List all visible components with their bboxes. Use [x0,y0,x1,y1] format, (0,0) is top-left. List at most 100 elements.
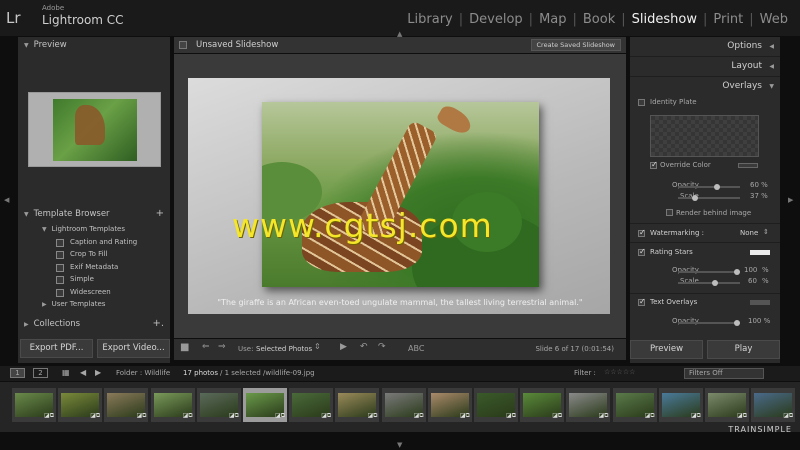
filmstrip-thumbnail[interactable]: ◪⧉ [58,388,103,422]
create-saved-slideshow-button[interactable]: Create Saved Slideshow [530,39,621,51]
text-overlays-color[interactable] [750,300,770,305]
filmstrip-thumbnail[interactable]: ◪⧉ [427,388,472,422]
rs-scale-slider[interactable] [678,280,740,286]
module-develop[interactable]: Develop [463,12,529,27]
slider-knob[interactable] [734,320,740,326]
ip-scale-value[interactable]: 37 % [750,192,768,200]
watermarking-value[interactable]: None [740,229,758,237]
template-exif-metadata[interactable]: Exif Metadata [24,261,164,274]
slide-caption[interactable]: "The giraffe is an African even-toed ung… [174,298,626,307]
module-print[interactable]: Print [707,12,749,27]
play-icon[interactable]: ▶ [340,342,347,352]
slider-knob[interactable] [692,195,698,201]
ip-opacity-slider[interactable] [678,184,740,190]
watermarking-checkbox[interactable] [638,228,646,237]
filmstrip-thumbnail[interactable]: ◪⧉ [335,388,380,422]
thumbnail-badge-icon: ◪⧉ [44,412,54,419]
use-dropdown-icon[interactable]: ⇕ [314,342,321,351]
identity-plate-checkbox[interactable] [638,99,645,106]
overlays-label: Overlays [722,81,762,91]
user-folder-label: User Templates [51,300,106,308]
rs-opacity-value[interactable]: 100 [744,266,757,274]
add-collection-icon[interactable]: +. [152,316,164,332]
module-book[interactable]: Book [577,12,621,27]
filmstrip-thumbnail[interactable]: ◪⧉ [474,388,518,422]
filter-dropdown[interactable]: Filters Off [684,368,764,379]
back-icon[interactable]: ◀ [80,368,86,377]
filmstrip-thumbnail[interactable]: ◪⧉ [104,388,149,422]
rating-stars-checkbox[interactable] [638,247,646,256]
play-button[interactable]: Play [707,340,780,359]
thumbnail-badge-icon: ◪⧉ [690,412,701,419]
add-text-button[interactable]: ABC [408,344,424,353]
ip-opacity-value[interactable]: 60 % [750,181,768,189]
filmstrip-thumbnail[interactable]: ◪⧉ [566,388,611,422]
collections-header[interactable]: ▶ Collections +. [18,316,170,332]
module-slideshow[interactable]: Slideshow [626,12,703,27]
export-video-button[interactable]: Export Video... [97,339,170,358]
rs-scale-value[interactable]: 60 [748,277,757,285]
filmstrip-thumbnail[interactable]: ◪⧉ [705,388,749,422]
overlays-panel-header[interactable]: Overlays ▼ [630,77,780,96]
rating-stars-color[interactable] [750,250,770,255]
grid-view-icon[interactable]: ▦ [62,368,70,377]
template-caption-and-rating[interactable]: Caption and Rating [24,236,164,249]
filmstrip-thumbnail[interactable]: ◪⧉ [658,388,703,422]
slideshow-checkbox[interactable] [179,41,187,49]
right-panel-toggle-icon[interactable]: ▶ [788,196,793,204]
template-folder-user[interactable]: ▶ User Templates [24,298,164,311]
bottom-panel-toggle-icon[interactable]: ▼ [397,441,402,449]
template-widescreen[interactable]: Widescreen [24,286,164,299]
to-opacity-slider[interactable] [678,320,740,326]
slide-canvas[interactable] [188,78,610,314]
stop-icon[interactable]: ■ [180,342,189,353]
add-template-icon[interactable]: + [156,206,164,222]
to-opacity-value[interactable]: 100 % [748,317,770,325]
watermark-dropdown-icon[interactable]: ⇕ [763,228,769,236]
render-behind-checkbox[interactable] [666,209,673,216]
secondary-window-button[interactable]: 2 [33,368,48,378]
override-color-swatch[interactable] [738,163,758,168]
previous-slide-icon[interactable]: ⇐ [202,342,210,352]
identity-plate-preview[interactable] [650,115,759,157]
slide-photo[interactable] [262,102,539,287]
rotate-right-icon[interactable]: ↷ [378,342,386,352]
left-panel-toggle-icon[interactable]: ◀ [4,196,9,204]
star-filter-icon[interactable]: ☆☆☆☆☆ [604,368,635,376]
filmstrip-thumbnail[interactable]: ◪⧉ [12,388,56,422]
filmstrip-thumbnail[interactable]: ◪⧉ [243,388,287,422]
module-web[interactable]: Web [754,12,794,27]
options-panel-header[interactable]: Options ◀ [630,37,780,56]
module-map[interactable]: Map [533,12,572,27]
forward-icon[interactable]: ▶ [95,368,101,377]
export-pdf-button[interactable]: Export PDF... [20,339,93,358]
filmstrip-thumbnail[interactable]: ◪⧉ [289,388,334,422]
filmstrip-thumbnail[interactable]: ◪⧉ [196,388,241,422]
slider-knob[interactable] [714,184,720,190]
filmstrip-thumbnail[interactable]: ◪⧉ [381,388,426,422]
filmstrip-thumbnail[interactable]: ◪⧉ [150,388,195,422]
next-slide-icon[interactable]: ⇒ [218,342,226,352]
override-color-checkbox[interactable] [650,160,658,169]
main-window-button[interactable]: 1 [10,368,25,378]
module-library[interactable]: Library [401,12,458,27]
filmstrip-thumbnail[interactable]: ◪⧉ [751,388,796,422]
use-selector[interactable]: Selected Photos [256,345,312,353]
rotate-left-icon[interactable]: ↶ [360,342,368,352]
slider-knob[interactable] [712,280,718,286]
filmstrip-thumbnail[interactable]: ◪⧉ [520,388,565,422]
template-simple[interactable]: Simple [24,273,164,286]
template-folder-lightroom[interactable]: ▼ Lightroom Templates [24,223,164,236]
source-folder[interactable]: Folder : Wildlife [116,369,170,377]
collapse-triangle-icon: ▼ [24,211,29,218]
text-overlays-checkbox[interactable] [638,297,646,306]
preview-button[interactable]: Preview [630,340,703,359]
filmstrip-thumbnail[interactable]: ◪⧉ [612,388,657,422]
template-crop-to-fill[interactable]: Crop To Fill [24,248,164,261]
layout-panel-header[interactable]: Layout ◀ [630,57,780,76]
preview-header[interactable]: ▼ Preview [18,37,170,53]
slider-knob[interactable] [734,269,740,275]
rs-opacity-slider[interactable] [678,269,740,275]
template-browser-header[interactable]: ▼ Template Browser + [18,206,170,222]
ip-scale-slider[interactable] [678,195,740,201]
